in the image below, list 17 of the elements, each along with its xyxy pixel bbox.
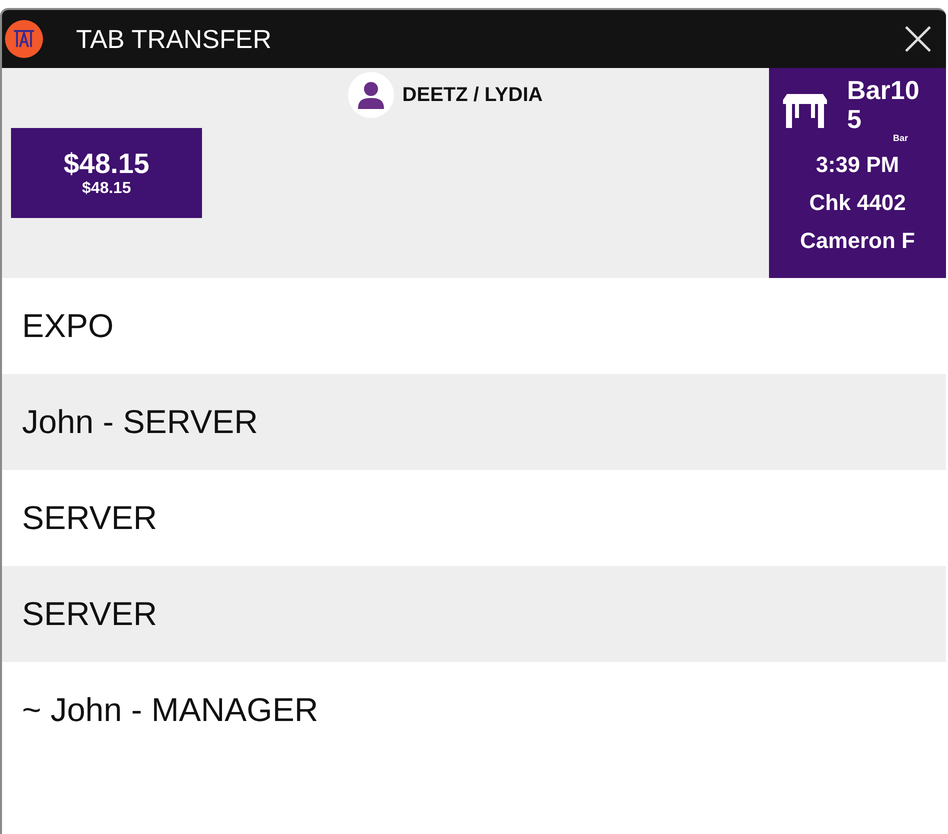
employee-item[interactable]: SERVER bbox=[2, 566, 946, 662]
total-amount: $48.15 bbox=[64, 148, 150, 180]
logo-icon bbox=[4, 19, 44, 59]
employee-item[interactable]: ~ John - MANAGER bbox=[2, 662, 946, 758]
customer-name: DEETZ / LYDIA bbox=[402, 84, 543, 106]
person-icon bbox=[348, 72, 394, 118]
close-icon[interactable] bbox=[904, 25, 932, 53]
window-title: TAB TRANSFER bbox=[76, 24, 272, 54]
table-name: Bar10 5 bbox=[847, 76, 920, 134]
check-number: Chk 4402 bbox=[809, 190, 906, 216]
area-label: Bar bbox=[892, 133, 908, 140]
employee-item[interactable]: EXPO bbox=[2, 278, 946, 374]
employee-item[interactable]: SERVER bbox=[2, 470, 946, 566]
server-name: Cameron F bbox=[800, 228, 915, 254]
check-time: 3:39 PM bbox=[816, 152, 900, 178]
employee-item[interactable]: John - SERVER bbox=[2, 374, 946, 470]
subtotal-amount: $48.15 bbox=[82, 180, 131, 198]
